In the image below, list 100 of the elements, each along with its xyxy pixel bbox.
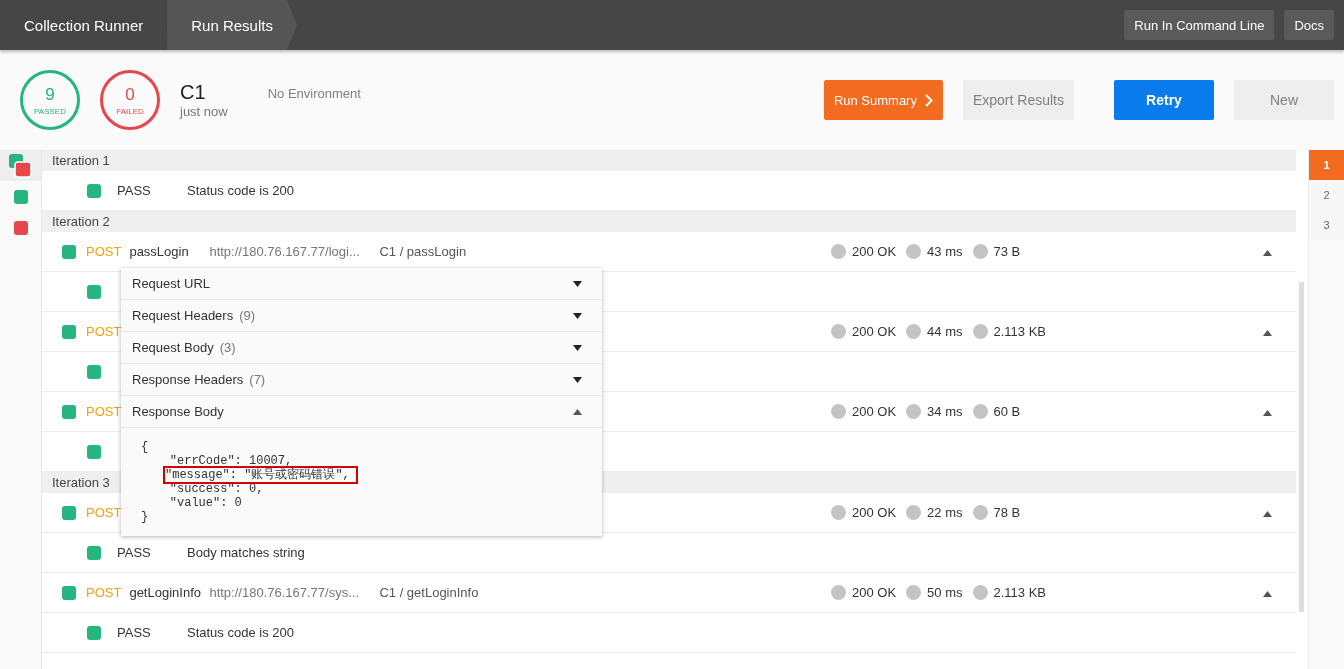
code-line: { — [141, 440, 149, 454]
request-method: POST — [86, 584, 122, 601]
header-button[interactable]: Run In Command Line — [1124, 10, 1275, 40]
request-method: POST — [86, 403, 122, 420]
request-method: POST — [86, 243, 122, 260]
run-time: just now — [180, 104, 228, 119]
response-status: 200 OK — [852, 244, 897, 259]
size-dot-icon — [972, 505, 988, 520]
status-dot-icon — [831, 585, 846, 600]
caret-up-icon[interactable] — [1263, 410, 1272, 416]
pass-status-icon — [87, 444, 101, 459]
request-path: C1 / getLoginInfo — [379, 585, 480, 600]
code-line: "value": 0 — [168, 496, 242, 510]
section-title: Request URL — [132, 276, 211, 291]
scrollbar-thumb[interactable] — [1299, 282, 1304, 612]
status-dot-icon — [831, 505, 846, 520]
response-size: 60 B — [993, 404, 1021, 419]
response-size: 2.113 KB — [993, 585, 1047, 600]
test-result: PASS — [117, 625, 152, 640]
environment-label: No Environment — [267, 86, 361, 101]
test-name: Status code is 200 — [187, 625, 294, 640]
time-dot-icon — [906, 404, 922, 419]
pass-status-icon — [62, 404, 76, 419]
header-button[interactable]: Docs — [1284, 10, 1334, 40]
details-section[interactable]: Response Headers (7) — [121, 364, 602, 396]
response-status: 200 OK — [852, 324, 897, 339]
response-size: 73 B — [993, 244, 1021, 259]
response-size: 78 B — [993, 505, 1021, 520]
response-time: 34 ms — [927, 404, 963, 419]
response-time: 43 ms — [927, 244, 963, 259]
test-result: PASS — [117, 183, 152, 198]
status-dot-icon — [831, 244, 846, 259]
response-size: 2.113 KB — [993, 324, 1047, 339]
response-status: 200 OK — [852, 505, 897, 520]
test-name: Body matches string — [187, 545, 305, 560]
size-dot-icon — [972, 324, 988, 339]
pass-status-icon — [62, 244, 76, 259]
time-dot-icon — [906, 244, 922, 259]
details-section[interactable]: Request Headers (9) — [121, 300, 602, 332]
pass-status-icon — [87, 284, 101, 299]
size-dot-icon — [972, 585, 988, 600]
test-name: Status code is 200 — [187, 183, 294, 198]
action-button[interactable]: New — [1234, 80, 1334, 120]
section-count: (7) — [249, 372, 266, 387]
request-method: POST — [86, 504, 122, 521]
size-dot-icon — [972, 404, 988, 419]
request-name[interactable]: passLogin — [129, 244, 210, 259]
request-url: http://180.76.167.77/sys... — [209, 585, 360, 600]
caret-up-icon[interactable] — [573, 408, 582, 415]
response-time: 44 ms — [927, 324, 963, 339]
iteration-header: Iteration 2 — [42, 211, 1296, 232]
iteration-tab[interactable] — [0, 150, 41, 181]
response-status: 200 OK — [852, 404, 897, 419]
iteration-header: Iteration 1 — [42, 150, 1296, 171]
failed-counter: 0 FAILED — [100, 70, 160, 130]
section-count: (9) — [239, 308, 256, 323]
request-method: POST — [86, 323, 122, 340]
caret-up-icon[interactable] — [1263, 330, 1272, 336]
collection-name: C1 — [180, 81, 207, 104]
request-name[interactable]: getLoginInfo — [129, 585, 210, 600]
chevron-right-icon — [924, 93, 933, 107]
section-title: Response Body — [132, 404, 224, 419]
pass-status-icon — [62, 585, 76, 600]
section-title: Request Body — [132, 340, 214, 355]
status-dot-icon — [831, 324, 846, 339]
pass-status-icon — [87, 183, 101, 198]
section-count: (3) — [219, 340, 236, 355]
pass-status-icon — [62, 324, 76, 339]
response-time: 22 ms — [927, 505, 963, 520]
passed-counter: 9 PASSED — [20, 70, 80, 130]
pass-status-icon — [87, 545, 101, 560]
response-status: 200 OK — [852, 585, 897, 600]
action-button[interactable]: Export Results — [962, 80, 1074, 120]
pass-status-icon — [87, 625, 101, 640]
request-path: C1 / passLogin — [379, 244, 468, 259]
caret-down-icon[interactable] — [573, 312, 582, 319]
request-url: http://180.76.167.77/logi... — [209, 244, 361, 259]
pass-status-icon — [87, 364, 101, 379]
time-dot-icon — [906, 324, 922, 339]
breadcrumb[interactable]: Run Results — [167, 0, 297, 50]
details-section[interactable]: Request URL — [121, 268, 602, 300]
caret-up-icon[interactable] — [1263, 511, 1272, 517]
caret-up-icon[interactable] — [1263, 250, 1272, 256]
code-line: } — [141, 510, 149, 524]
caret-down-icon[interactable] — [573, 344, 582, 351]
section-title: Request Headers — [132, 308, 234, 323]
size-dot-icon — [972, 244, 988, 259]
caret-down-icon[interactable] — [573, 280, 582, 287]
status-dot-icon — [831, 404, 846, 419]
time-dot-icon — [906, 585, 922, 600]
details-section[interactable]: Request Body (3) — [121, 332, 602, 364]
caret-up-icon[interactable] — [1263, 591, 1272, 597]
details-section[interactable]: Response Body — [121, 396, 602, 428]
code-line: "errCode": 10007, — [168, 454, 293, 468]
retry-button[interactable]: Retry — [1114, 80, 1214, 120]
section-title: Response Headers — [132, 372, 244, 387]
time-dot-icon — [906, 505, 922, 520]
caret-down-icon[interactable] — [573, 376, 582, 383]
pass-status-icon — [62, 505, 76, 520]
response-time: 50 ms — [927, 585, 963, 600]
